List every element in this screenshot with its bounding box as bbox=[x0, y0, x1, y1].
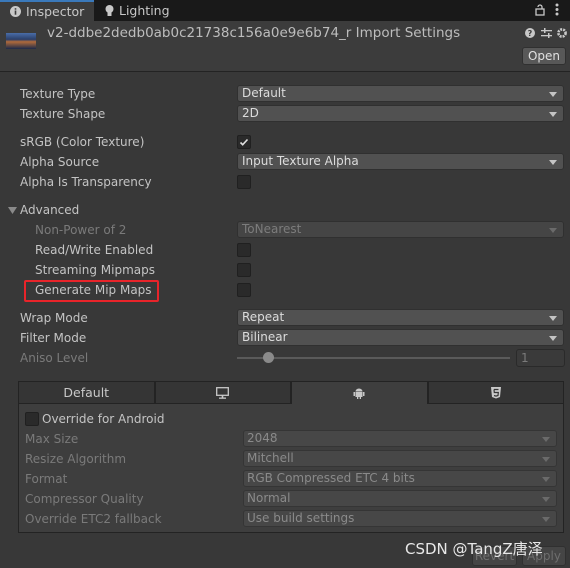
filter-mode-label: Filter Mode bbox=[20, 331, 87, 345]
texture-type-label: Texture Type bbox=[20, 87, 96, 101]
platform-tab-android[interactable] bbox=[291, 381, 428, 404]
platform-tab-default-label: Default bbox=[63, 385, 110, 400]
html5-icon bbox=[490, 387, 501, 399]
watermark: CSDN @TangZ唐泽 bbox=[405, 540, 543, 558]
android-icon bbox=[353, 388, 365, 399]
max-size-label: Max Size bbox=[25, 432, 79, 446]
more-menu-icon[interactable] bbox=[555, 3, 559, 16]
alpha-source-label: Alpha Source bbox=[20, 155, 100, 169]
override-for-android-checkbox[interactable] bbox=[25, 412, 39, 426]
override-etc2-fallback-label: Override ETC2 fallback bbox=[25, 512, 162, 526]
non-power-of-2-label: Non-Power of 2 bbox=[35, 223, 127, 237]
platform-tab-standalone[interactable] bbox=[154, 381, 291, 404]
open-button[interactable]: Open bbox=[522, 47, 566, 65]
aniso-level-slider-track[interactable] bbox=[237, 357, 510, 359]
alpha-source-dropdown[interactable]: Input Texture Alpha bbox=[237, 153, 564, 170]
srgb-checkbox[interactable] bbox=[237, 135, 251, 149]
resize-algorithm-label: Resize Algorithm bbox=[25, 452, 127, 466]
presets-icon[interactable] bbox=[541, 28, 552, 38]
advanced-foldout[interactable]: Advanced bbox=[20, 201, 79, 219]
format-dropdown[interactable]: RGB Compressed ETC 4 bits bbox=[243, 470, 557, 487]
wrap-mode-dropdown[interactable]: Repeat bbox=[237, 309, 564, 326]
streaming-mipmaps-checkbox[interactable] bbox=[237, 263, 251, 277]
texture-shape-dropdown[interactable]: 2D bbox=[237, 105, 564, 122]
tab-inspector-label: Inspector bbox=[26, 4, 85, 19]
alpha-is-transparency-checkbox[interactable] bbox=[237, 175, 251, 189]
platform-tabs: Default bbox=[18, 381, 564, 404]
compressor-quality-dropdown[interactable]: Normal bbox=[243, 490, 557, 507]
override-for-android-label: Override for Android bbox=[42, 412, 165, 426]
override-etc2-fallback-dropdown[interactable]: Use build settings bbox=[243, 510, 557, 527]
read-write-label: Read/Write Enabled bbox=[35, 243, 154, 257]
compressor-quality-label: Compressor Quality bbox=[25, 492, 144, 506]
lock-icon[interactable] bbox=[535, 4, 545, 16]
srgb-label: sRGB (Color Texture) bbox=[20, 135, 145, 149]
aniso-level-input[interactable]: 1 bbox=[516, 349, 565, 367]
tab-lighting[interactable]: Lighting bbox=[95, 0, 185, 21]
highlight-box bbox=[24, 280, 159, 302]
texture-thumbnail bbox=[6, 33, 36, 49]
max-size-dropdown[interactable]: 2048 bbox=[243, 430, 557, 447]
lightbulb-icon bbox=[105, 4, 114, 16]
texture-shape-label: Texture Shape bbox=[20, 107, 106, 121]
info-icon bbox=[10, 6, 21, 17]
texture-type-dropdown[interactable]: Default bbox=[237, 85, 564, 102]
generate-mip-maps-checkbox[interactable] bbox=[237, 283, 251, 297]
checkmark-icon bbox=[239, 138, 249, 146]
resize-algorithm-dropdown[interactable]: Mitchell bbox=[243, 450, 557, 467]
wrap-mode-label: Wrap Mode bbox=[20, 311, 88, 325]
platform-tab-webgl[interactable] bbox=[427, 381, 564, 404]
platform-tab-default[interactable]: Default bbox=[18, 381, 155, 404]
help-icon[interactable]: ? bbox=[525, 28, 535, 38]
filter-mode-dropdown[interactable]: Bilinear bbox=[237, 329, 564, 346]
tab-inspector[interactable]: Inspector bbox=[0, 0, 94, 21]
gear-icon[interactable] bbox=[557, 28, 567, 38]
monitor-icon bbox=[216, 386, 230, 399]
svg-text:?: ? bbox=[528, 29, 533, 38]
aniso-level-slider-thumb[interactable] bbox=[262, 352, 274, 363]
non-power-of-2-dropdown[interactable]: ToNearest bbox=[237, 221, 564, 238]
read-write-checkbox[interactable] bbox=[237, 243, 251, 257]
tab-lighting-label: Lighting bbox=[119, 3, 170, 18]
foldout-expanded-icon[interactable] bbox=[8, 207, 17, 214]
alpha-is-transparency-label: Alpha Is Transparency bbox=[20, 175, 152, 189]
asset-title: v2-ddbe2dedb0ab0c21738c156a0e9e6b74_r Im… bbox=[47, 25, 461, 41]
streaming-mipmaps-label: Streaming Mipmaps bbox=[35, 263, 156, 277]
aniso-level-label: Aniso Level bbox=[20, 351, 89, 365]
format-label: Format bbox=[25, 472, 68, 486]
